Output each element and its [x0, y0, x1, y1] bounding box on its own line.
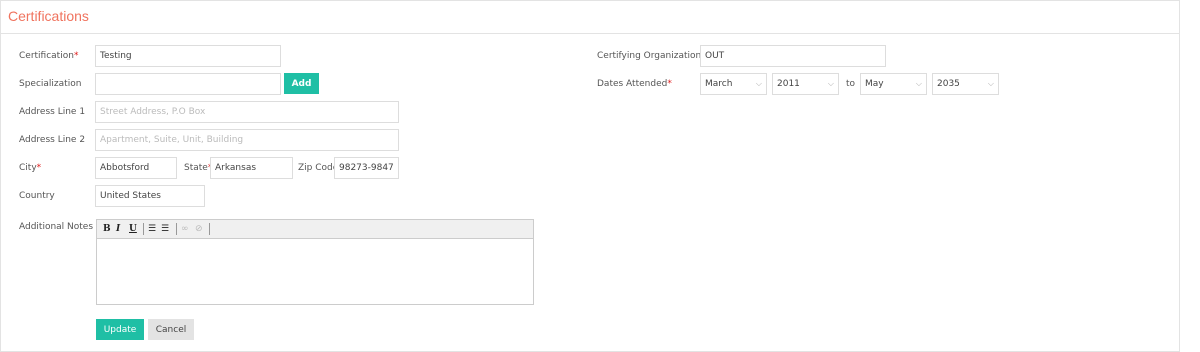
address-line-1-label: Address Line 1 — [19, 107, 86, 117]
required-mark: * — [73, 51, 79, 61]
state-input[interactable]: Arkansas — [210, 157, 293, 179]
chevron-down-icon: ⌵ — [987, 79, 994, 88]
to-month-select[interactable]: May ⌵ — [860, 73, 927, 95]
chevron-down-icon: ⌵ — [755, 79, 762, 88]
notes-text-area[interactable] — [97, 239, 533, 304]
specialization-label: Specialization — [19, 79, 82, 89]
numbered-list-icon[interactable]: ☰ — [161, 224, 169, 235]
zip-code-label: Zip Code — [298, 163, 339, 173]
bullet-list-icon[interactable]: ☰ — [148, 224, 156, 235]
bold-icon[interactable]: B — [103, 224, 111, 235]
required-mark: * — [667, 79, 672, 89]
from-year-value: 2011 — [777, 79, 800, 89]
editor-toolbar: B I U ☰ ☰ ∞ ⊘ — [97, 220, 533, 239]
toolbar-separator — [209, 223, 210, 235]
from-year-select[interactable]: 2011 ⌵ — [772, 73, 839, 95]
country-input[interactable]: United States — [95, 185, 205, 207]
additional-notes-editor: B I U ☰ ☰ ∞ ⊘ — [96, 219, 534, 305]
certifying-organization-label: Certifying Organization* — [597, 51, 706, 61]
additional-notes-label: Additional Notes — [19, 222, 94, 232]
address-line-2-label: Address Line 2 — [19, 135, 86, 145]
italic-icon[interactable]: I — [116, 224, 120, 235]
chevron-down-icon: ⌵ — [915, 79, 922, 88]
to-label: to — [846, 79, 856, 89]
add-specialization-button[interactable]: Add — [284, 73, 319, 94]
underline-icon[interactable]: U — [129, 224, 137, 235]
zip-code-input[interactable]: 98273-9847 — [334, 157, 399, 179]
from-month-value: March — [705, 79, 733, 89]
dates-attended-label: Dates Attended* — [597, 79, 672, 89]
certification-input[interactable]: Testing — [95, 45, 281, 67]
chevron-down-icon: ⌵ — [827, 79, 834, 88]
address-line-1-input[interactable]: Street Address, P.O Box — [95, 101, 399, 123]
update-button[interactable]: Update — [96, 319, 144, 340]
certifying-organization-input[interactable]: OUT — [700, 45, 886, 67]
to-year-select[interactable]: 2035 ⌵ — [932, 73, 999, 95]
certification-label: Certification* — [19, 51, 79, 61]
state-label: State* — [184, 163, 212, 173]
from-month-select[interactable]: March ⌵ — [700, 73, 767, 95]
unlink-icon[interactable]: ⊘ — [195, 224, 203, 235]
address-line-2-input[interactable]: Apartment, Suite, Unit, Building — [95, 129, 399, 151]
required-mark: * — [36, 163, 42, 173]
specialization-input[interactable] — [95, 73, 281, 95]
to-month-value: May — [865, 79, 884, 89]
country-label: Country — [19, 191, 55, 201]
panel-header: Certifications — [1, 1, 1179, 34]
city-input[interactable]: Abbotsford — [95, 157, 177, 179]
link-icon[interactable]: ∞ — [181, 224, 189, 235]
to-year-value: 2035 — [937, 79, 960, 89]
toolbar-separator — [176, 223, 177, 235]
panel-title: Certifications — [8, 8, 89, 24]
city-label: City* — [19, 163, 42, 173]
toolbar-separator — [143, 223, 144, 235]
cancel-button[interactable]: Cancel — [148, 319, 194, 340]
